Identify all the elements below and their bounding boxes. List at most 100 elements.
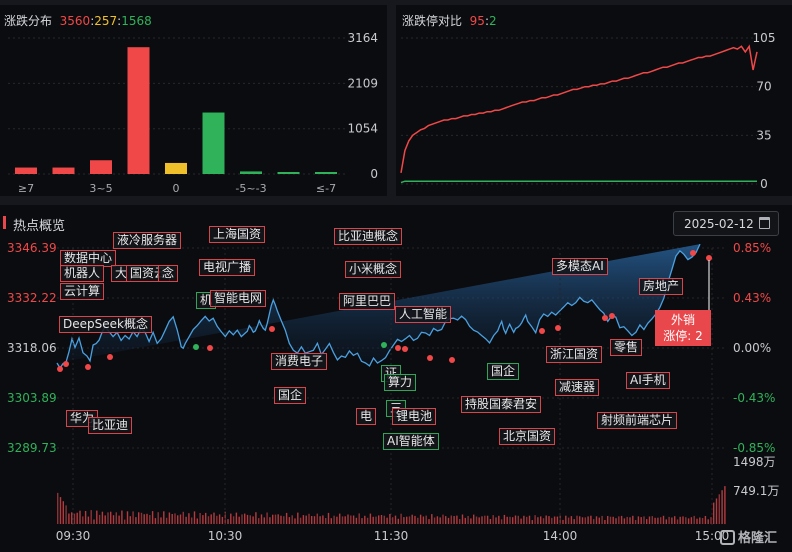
volume-bar	[380, 515, 383, 524]
hotspot-tag[interactable]: 算力	[384, 374, 417, 391]
volume-bar	[540, 516, 542, 524]
hotspot-tag[interactable]: 智能电网	[210, 290, 267, 307]
hotspot-tag[interactable]: 阿里巴巴	[339, 293, 396, 310]
volume-bar	[459, 519, 461, 524]
volume-bar	[207, 516, 210, 524]
volume-bar	[565, 515, 567, 524]
volume-bar	[704, 516, 707, 524]
volume-bar	[375, 516, 377, 524]
volume-bar	[118, 515, 120, 524]
volume-bar	[464, 517, 466, 524]
volume-bar	[394, 515, 397, 524]
hotspot-tag[interactable]: AI智能体	[383, 433, 439, 450]
volume-bar	[470, 518, 472, 524]
volume-bar	[478, 517, 480, 524]
volume-bar	[651, 516, 653, 524]
volume-bar	[110, 511, 112, 524]
volume-bar	[124, 519, 126, 524]
hotspot-tag[interactable]: 念	[158, 265, 179, 282]
volume-bar	[352, 515, 355, 524]
event-dot	[107, 354, 113, 360]
volume-bar	[632, 515, 634, 524]
volume-bar	[369, 513, 372, 524]
hotspot-tag[interactable]: 减速器	[555, 379, 600, 396]
volume-bar	[411, 514, 413, 524]
volume-bar	[682, 516, 684, 524]
hotspot-tag[interactable]: 机器人	[60, 265, 105, 282]
hotspot-tag[interactable]: 电	[356, 408, 377, 425]
hotspot-tag[interactable]: 国企	[274, 387, 307, 404]
popup-title: 外销	[670, 313, 695, 327]
pct-tick-label: -0.43%	[733, 391, 775, 405]
hotspot-tag[interactable]: 液冷服务器	[113, 232, 182, 249]
hotspot-tag[interactable]: AI手机	[626, 372, 670, 389]
hotspot-tag[interactable]: 云计算	[60, 283, 105, 300]
volume-bar	[364, 515, 366, 524]
volume-bar	[531, 520, 533, 524]
hotspot-tag[interactable]: 人工智能	[395, 306, 452, 323]
hotspot-tag[interactable]: 多模态AI	[552, 258, 608, 275]
volume-bar	[715, 498, 718, 524]
volume-bar	[112, 515, 115, 524]
hotspot-tag[interactable]: 锂电池	[392, 408, 437, 425]
volume-bar	[593, 519, 595, 524]
volume-bar	[640, 517, 642, 524]
event-dot	[427, 355, 433, 361]
event-dot	[193, 344, 199, 350]
volume-bar	[512, 517, 514, 524]
event-dot	[402, 346, 408, 352]
hotspot-tag[interactable]: 零售	[610, 339, 643, 356]
volume-bar	[489, 519, 492, 524]
volume-bar	[607, 516, 609, 524]
volume-bar	[408, 516, 411, 524]
volume-bar	[126, 511, 129, 524]
hotspot-tag[interactable]: 小米概念	[345, 261, 402, 278]
event-dot	[85, 364, 91, 370]
volume-bar	[171, 514, 173, 524]
volume-bar	[707, 519, 709, 524]
volume-bar	[545, 515, 547, 524]
volume-bar	[503, 514, 506, 524]
hotspot-tag[interactable]: 持股国泰君安	[461, 396, 542, 413]
event-dot	[539, 328, 545, 334]
hotspot-tag[interactable]: 比亚迪	[88, 417, 133, 434]
volume-bar	[302, 515, 305, 524]
volume-bar	[177, 515, 179, 524]
hotspot-tag[interactable]: 上海国资	[209, 226, 266, 243]
volume-bar	[629, 517, 631, 524]
volume-tick-label: 749.1万	[733, 484, 779, 498]
volume-bar	[693, 515, 695, 524]
volume-bar	[562, 519, 564, 524]
volume-bar	[280, 515, 282, 524]
hotspot-tag[interactable]: 房地产	[639, 278, 684, 295]
volume-bar	[604, 520, 606, 524]
volume-bar	[82, 516, 84, 524]
volume-bar	[475, 516, 478, 524]
volume-bar	[252, 516, 254, 524]
volume-bar	[202, 515, 204, 524]
volume-bar	[556, 516, 559, 524]
hotspot-tag[interactable]: 国企	[487, 363, 520, 380]
hotspot-tag[interactable]: 射频前端芯片	[597, 412, 678, 429]
volume-bar	[436, 516, 439, 524]
hotspot-tag[interactable]: 比亚迪概念	[334, 228, 403, 245]
volume-bar	[378, 515, 380, 524]
volume-bar	[551, 517, 553, 524]
volume-bar	[721, 490, 723, 524]
hotspot-tag[interactable]: 消费电子	[271, 353, 328, 370]
volume-bar	[244, 513, 246, 524]
event-dot	[602, 315, 608, 321]
volume-bar	[260, 514, 263, 524]
hotspot-tag[interactable]: 北京国资	[499, 428, 556, 445]
hotspot-tag[interactable]: 电视广播	[199, 259, 256, 276]
volume-bar	[668, 516, 670, 524]
hotspot-tag[interactable]: 浙江国资	[546, 346, 603, 363]
volume-bar	[514, 515, 517, 524]
hotspot-tag[interactable]: DeepSeek概念	[59, 316, 152, 333]
volume-bar	[255, 512, 257, 524]
volume-bar	[724, 486, 726, 525]
volume-bar	[528, 515, 531, 524]
volume-bar	[299, 517, 302, 524]
volume-bar	[316, 513, 318, 524]
volume-bar	[662, 515, 665, 524]
